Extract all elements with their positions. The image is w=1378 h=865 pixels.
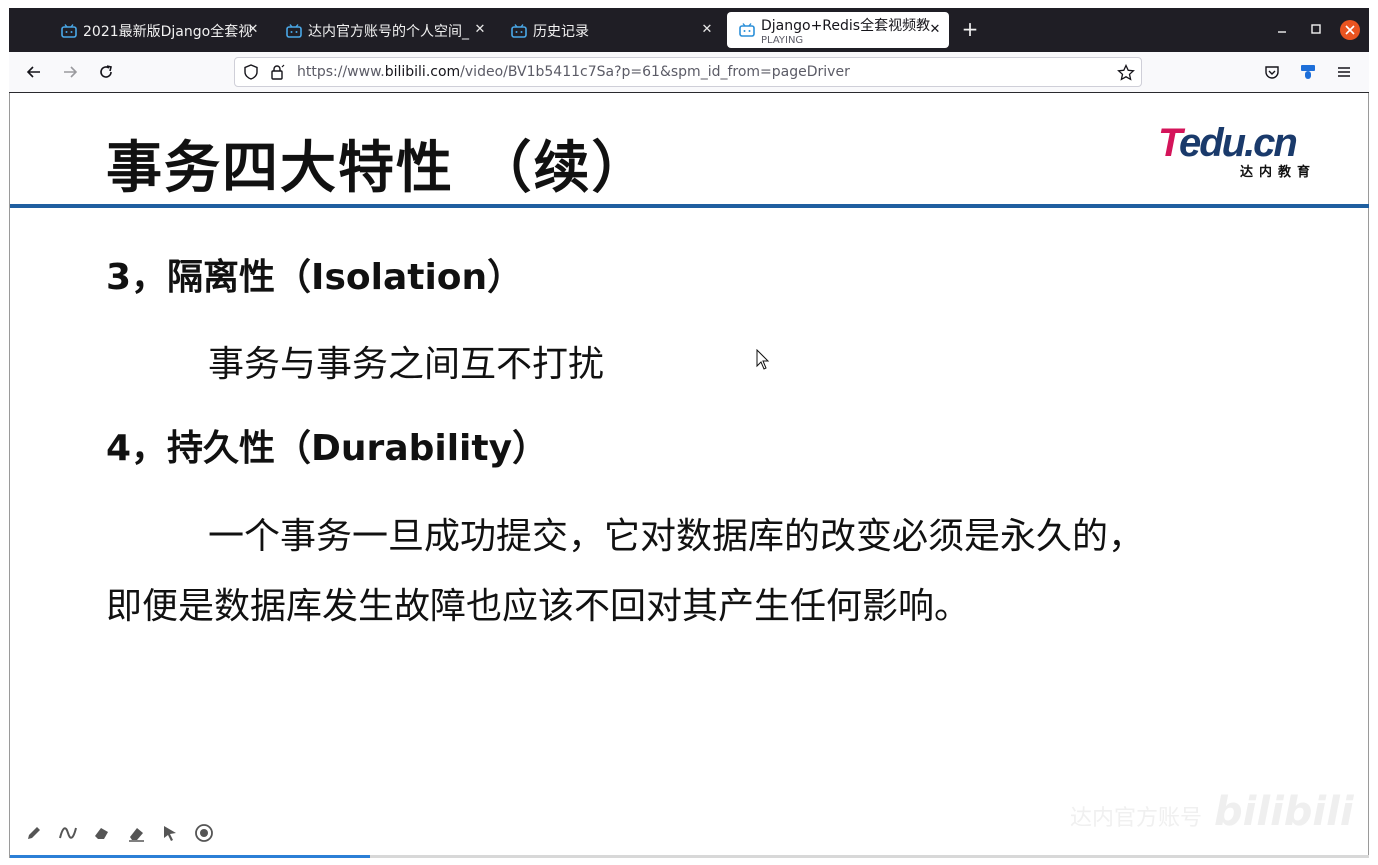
bilibili-icon	[511, 24, 527, 38]
maximize-button[interactable]	[1306, 20, 1326, 40]
eraser-icon	[129, 828, 144, 842]
highlighter-tool[interactable]	[90, 821, 114, 845]
shield-icon[interactable]	[243, 64, 259, 80]
pen-icon	[28, 827, 40, 839]
slide-title: 事务四大特性 （续）	[106, 136, 650, 201]
bilibili-icon	[286, 24, 302, 38]
watermark-account: 达内官方账号	[1070, 806, 1203, 831]
tab-label-group: Django+Redis全套视频教 PLAYING	[761, 15, 931, 46]
browser-window: 2021最新版Django全套视 ✕ 达内官方账号的个人空间_ ✕ 历史记录 ✕	[9, 8, 1369, 858]
arrow-left-icon	[26, 66, 40, 78]
wave-icon	[59, 827, 77, 839]
annotation-toolbar	[22, 821, 216, 845]
back-button[interactable]	[22, 60, 46, 84]
pocket-button[interactable]	[1260, 60, 1284, 84]
arrow-right-icon	[64, 66, 78, 78]
maximize-icon	[1311, 24, 1321, 34]
minimize-button[interactable]	[1272, 20, 1292, 40]
pointer-tool[interactable]	[158, 821, 182, 845]
bilibili-icon	[739, 23, 755, 37]
mouse-pointer-icon	[756, 349, 770, 370]
reload-button[interactable]	[94, 60, 118, 84]
bilibili-icon	[61, 24, 77, 38]
minimize-icon	[1278, 31, 1286, 33]
hamburger-icon	[1338, 67, 1350, 77]
close-icon[interactable]: ✕	[245, 22, 261, 38]
tab-django-course[interactable]: 2021最新版Django全套视 ✕	[49, 14, 267, 48]
close-icon[interactable]: ✕	[472, 22, 488, 38]
menu-button[interactable]	[1332, 60, 1356, 84]
tab-title: 达内官方账号的个人空间_	[308, 24, 469, 40]
playback-progress-fill[interactable]	[10, 855, 370, 858]
tedu-logo: Tedu.cn 达内教育	[1158, 121, 1322, 180]
url-path: /video/BV1b5411c7Sa?p=61&spm_id_from=pag…	[460, 64, 850, 80]
durability-description-line2: 即便是数据库发生故障也应该不回对其产生任何影响。	[106, 586, 971, 627]
logo-letter: T	[1158, 121, 1181, 165]
window-close-button[interactable]	[1340, 20, 1360, 40]
url-host: bilibili.com	[384, 64, 461, 80]
new-tab-button[interactable]: +	[959, 18, 981, 40]
logo-wordmark: Tedu.cn	[1158, 121, 1298, 165]
tab-title: Django+Redis全套视频教	[761, 17, 931, 34]
navigation-toolbar: https://www.bilibili.com/video/BV1b5411c…	[9, 52, 1369, 93]
tab-bar: 2021最新版Django全套视 ✕ 达内官方账号的个人空间_ ✕ 历史记录 ✕	[9, 8, 1369, 52]
close-icon[interactable]: ✕	[699, 22, 715, 38]
url-bar[interactable]: https://www.bilibili.com/video/BV1b5411c…	[234, 57, 1142, 87]
title-divider	[10, 204, 1369, 208]
freehand-tool[interactable]	[56, 821, 80, 845]
close-icon	[1345, 25, 1355, 35]
forward-button[interactable]	[58, 60, 82, 84]
eraser-tool[interactable]	[124, 821, 148, 845]
bilibili-watermark: 达内官方账号 bilibili	[1070, 789, 1354, 835]
logo-text: edu.cn	[1178, 121, 1298, 165]
heading-isolation: 3，隔离性（Isolation）	[106, 257, 524, 298]
watermark-brand: bilibili	[1214, 789, 1354, 835]
url-text[interactable]: https://www.bilibili.com/video/BV1b5411c…	[297, 64, 850, 80]
pocket-icon	[1265, 66, 1279, 79]
isolation-description: 事务与事务之间互不打扰	[208, 344, 605, 385]
target-icon	[195, 824, 213, 842]
laser-tool[interactable]	[192, 821, 216, 845]
durability-description-line1: 一个事务一旦成功提交，它对数据库的改变必须是永久的，	[208, 516, 1145, 557]
url-scheme: https://www.	[297, 64, 385, 80]
extension-button[interactable]	[1296, 60, 1320, 84]
tab-tedu-space[interactable]: 达内官方账号的个人空间_ ✕	[274, 14, 494, 48]
lock-icon[interactable]	[269, 64, 285, 80]
reload-icon	[100, 65, 112, 78]
close-icon[interactable]: ✕	[927, 22, 943, 38]
arrow-pointer-icon	[164, 826, 176, 841]
star-icon[interactable]	[1117, 64, 1135, 82]
tab-title: 2021最新版Django全套视	[83, 24, 253, 40]
pen-tool[interactable]	[22, 821, 46, 845]
playing-indicator: PLAYING	[761, 34, 804, 46]
heading-durability: 4，持久性（Durability）	[106, 428, 549, 469]
highlighter-icon	[95, 828, 108, 839]
tab-title: 历史记录	[533, 24, 589, 40]
video-slide[interactable]: 事务四大特性 （续） Tedu.cn 达内教育 3，隔离性（Isolation）…	[9, 93, 1369, 858]
extension-icon	[1301, 65, 1315, 79]
tab-history[interactable]: 历史记录 ✕	[499, 14, 721, 48]
tab-django-redis-active[interactable]: Django+Redis全套视频教 PLAYING ✕	[727, 12, 949, 48]
logo-subtitle: 达内教育	[1239, 165, 1316, 180]
